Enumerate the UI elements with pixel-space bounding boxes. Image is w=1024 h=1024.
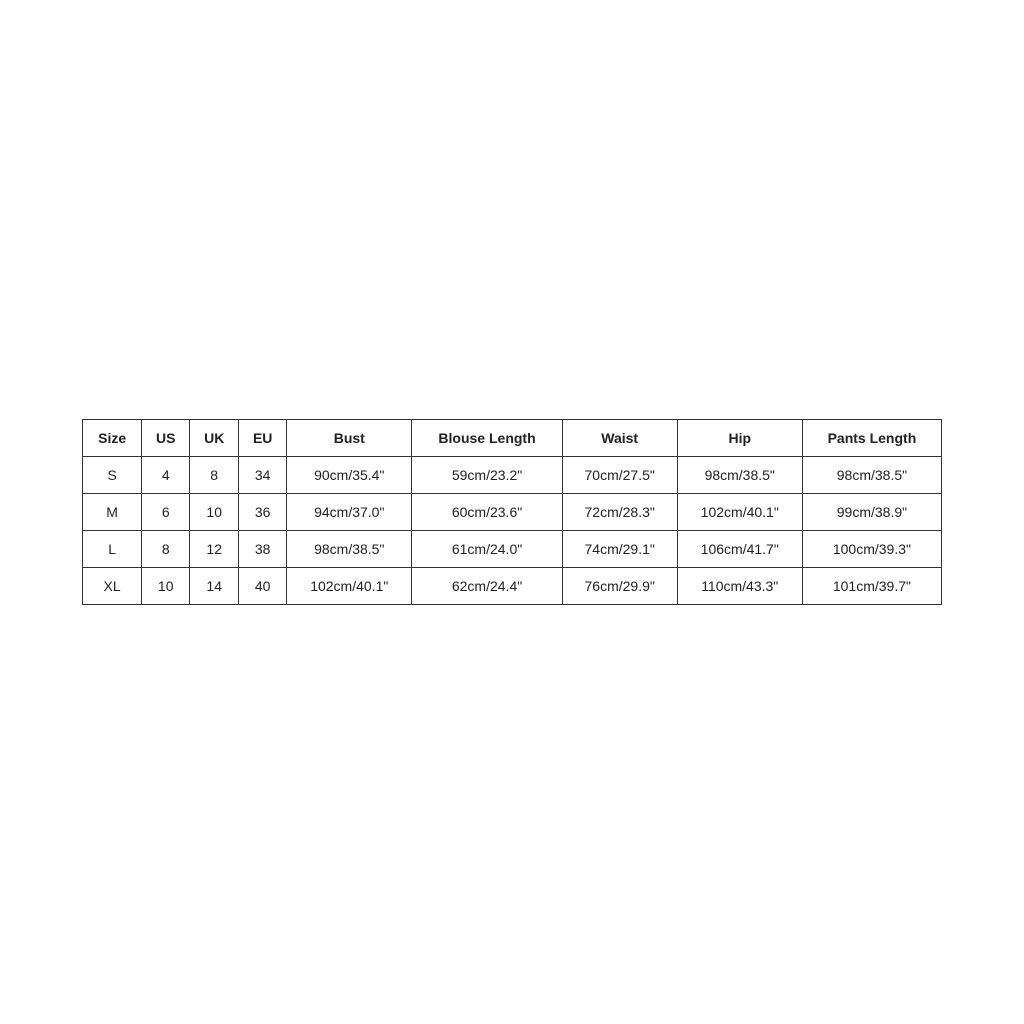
cell-hip: 98cm/38.5" <box>677 457 802 494</box>
cell-eu: 38 <box>239 531 287 568</box>
cell-bust: 94cm/37.0" <box>287 494 412 531</box>
cell-bust: 102cm/40.1" <box>287 568 412 605</box>
cell-size: L <box>83 531 142 568</box>
header-blouse-length: Blouse Length <box>412 420 562 457</box>
cell-waist: 76cm/29.9" <box>562 568 677 605</box>
header-bust: Bust <box>287 420 412 457</box>
cell-us: 10 <box>142 568 190 605</box>
cell-us: 6 <box>142 494 190 531</box>
cell-pants_length: 101cm/39.7" <box>802 568 941 605</box>
cell-waist: 72cm/28.3" <box>562 494 677 531</box>
cell-waist: 74cm/29.1" <box>562 531 677 568</box>
cell-uk: 12 <box>190 531 239 568</box>
table-row: XL101440102cm/40.1"62cm/24.4"76cm/29.9"1… <box>83 568 942 605</box>
cell-waist: 70cm/27.5" <box>562 457 677 494</box>
cell-pants_length: 100cm/39.3" <box>802 531 941 568</box>
cell-size: XL <box>83 568 142 605</box>
cell-pants_length: 99cm/38.9" <box>802 494 941 531</box>
cell-us: 8 <box>142 531 190 568</box>
header-waist: Waist <box>562 420 677 457</box>
cell-uk: 8 <box>190 457 239 494</box>
cell-eu: 40 <box>239 568 287 605</box>
header-eu: EU <box>239 420 287 457</box>
cell-uk: 14 <box>190 568 239 605</box>
header-us: US <box>142 420 190 457</box>
table-row: S483490cm/35.4"59cm/23.2"70cm/27.5"98cm/… <box>83 457 942 494</box>
cell-hip: 110cm/43.3" <box>677 568 802 605</box>
cell-blouse_length: 61cm/24.0" <box>412 531 562 568</box>
cell-us: 4 <box>142 457 190 494</box>
size-chart-table: Size US UK EU Bust Blouse Length Waist H… <box>82 419 942 605</box>
cell-blouse_length: 60cm/23.6" <box>412 494 562 531</box>
cell-blouse_length: 59cm/23.2" <box>412 457 562 494</box>
cell-pants_length: 98cm/38.5" <box>802 457 941 494</box>
header-size: Size <box>83 420 142 457</box>
header-uk: UK <box>190 420 239 457</box>
header-hip: Hip <box>677 420 802 457</box>
cell-eu: 36 <box>239 494 287 531</box>
cell-size: S <box>83 457 142 494</box>
cell-uk: 10 <box>190 494 239 531</box>
table-row: L8123898cm/38.5"61cm/24.0"74cm/29.1"106c… <box>83 531 942 568</box>
table-header-row: Size US UK EU Bust Blouse Length Waist H… <box>83 420 942 457</box>
cell-hip: 102cm/40.1" <box>677 494 802 531</box>
cell-blouse_length: 62cm/24.4" <box>412 568 562 605</box>
cell-bust: 90cm/35.4" <box>287 457 412 494</box>
cell-eu: 34 <box>239 457 287 494</box>
cell-hip: 106cm/41.7" <box>677 531 802 568</box>
size-chart-container: Size US UK EU Bust Blouse Length Waist H… <box>82 419 942 605</box>
cell-bust: 98cm/38.5" <box>287 531 412 568</box>
header-pants-length: Pants Length <box>802 420 941 457</box>
table-row: M6103694cm/37.0"60cm/23.6"72cm/28.3"102c… <box>83 494 942 531</box>
cell-size: M <box>83 494 142 531</box>
